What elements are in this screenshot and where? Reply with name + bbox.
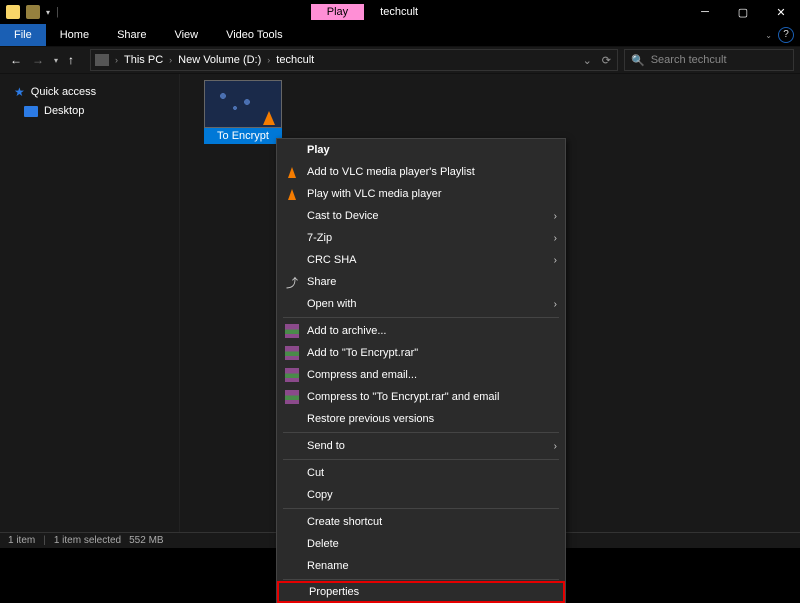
ribbon-expand-icon[interactable]: ⌄ bbox=[765, 31, 772, 40]
search-icon: 🔍 bbox=[631, 54, 645, 67]
view-tab[interactable]: View bbox=[160, 24, 212, 46]
menu-item-7zip[interactable]: 7-Zip› bbox=[277, 227, 565, 249]
contextual-tab-group: Play techcult bbox=[311, 4, 434, 20]
home-tab[interactable]: Home bbox=[46, 24, 103, 46]
folder-icon bbox=[26, 5, 40, 19]
chevron-right-icon: › bbox=[554, 441, 557, 452]
share-tab[interactable]: Share bbox=[103, 24, 160, 46]
recent-locations-icon[interactable]: ▾ bbox=[54, 56, 58, 65]
ribbon-tabs: File Home Share View Video Tools ⌄ ? bbox=[0, 24, 800, 46]
separator bbox=[283, 317, 559, 318]
up-button[interactable]: ↑ bbox=[68, 53, 74, 67]
status-size: 552 MB bbox=[129, 535, 163, 546]
video-thumbnail bbox=[204, 80, 282, 128]
menu-item-open-with[interactable]: Open with› bbox=[277, 293, 565, 315]
file-label: To Encrypt bbox=[204, 128, 282, 144]
sidebar-item-quick-access[interactable]: ★ Quick access bbox=[0, 82, 179, 102]
pc-icon bbox=[95, 54, 109, 66]
menu-item-copy[interactable]: Copy bbox=[277, 484, 565, 506]
video-tools-tab[interactable]: Video Tools bbox=[212, 24, 296, 46]
archive-icon bbox=[285, 368, 299, 382]
play-tab-header: Play bbox=[311, 4, 364, 20]
star-icon: ★ bbox=[14, 85, 25, 99]
separator bbox=[283, 579, 559, 580]
back-button[interactable]: ← bbox=[10, 53, 22, 67]
chevron-down-icon[interactable]: ▾ bbox=[46, 8, 50, 17]
menu-item-add-vlc-playlist[interactable]: Add to VLC media player's Playlist bbox=[277, 161, 565, 183]
quick-access-toolbar: ▾ | bbox=[0, 5, 59, 19]
menu-item-compress-rar-email[interactable]: Compress to "To Encrypt.rar" and email bbox=[277, 386, 565, 408]
breadcrumb[interactable]: › This PC › New Volume (D:) › techcult ⌄… bbox=[90, 49, 618, 71]
vlc-cone-icon bbox=[288, 167, 296, 178]
menu-item-rename[interactable]: Rename bbox=[277, 555, 565, 577]
separator bbox=[283, 432, 559, 433]
chevron-right-icon: › bbox=[554, 299, 557, 310]
chevron-right-icon: › bbox=[554, 233, 557, 244]
folder-icon bbox=[6, 5, 20, 19]
sidebar-item-desktop[interactable]: Desktop bbox=[0, 102, 179, 120]
window-title: techcult bbox=[364, 4, 434, 20]
minimize-button[interactable]: ─ bbox=[686, 0, 724, 24]
status-item-count: 1 item bbox=[8, 535, 35, 546]
archive-icon bbox=[285, 324, 299, 338]
menu-item-add-archive[interactable]: Add to archive... bbox=[277, 320, 565, 342]
forward-button[interactable]: → bbox=[32, 53, 44, 67]
refresh-icon[interactable]: ⟳ bbox=[602, 54, 611, 67]
menu-item-add-rar[interactable]: Add to "To Encrypt.rar" bbox=[277, 342, 565, 364]
menu-item-delete[interactable]: Delete bbox=[277, 533, 565, 555]
search-input[interactable]: 🔍 Search techcult bbox=[624, 49, 794, 71]
navigation-pane: ★ Quick access Desktop bbox=[0, 74, 180, 532]
menu-item-restore[interactable]: Restore previous versions bbox=[277, 408, 565, 430]
separator bbox=[283, 459, 559, 460]
vlc-cone-icon bbox=[288, 189, 296, 200]
search-placeholder: Search techcult bbox=[651, 54, 727, 66]
chevron-right-icon: › bbox=[554, 255, 557, 266]
crumb-folder[interactable]: techcult bbox=[276, 54, 314, 66]
maximize-button[interactable]: ▢ bbox=[724, 0, 762, 24]
chevron-down-icon[interactable]: ⌄ bbox=[583, 54, 592, 67]
menu-item-compress-email[interactable]: Compress and email... bbox=[277, 364, 565, 386]
title-bar: ▾ | Play techcult ─ ▢ ✕ bbox=[0, 0, 800, 24]
help-icon[interactable]: ? bbox=[778, 27, 794, 43]
archive-icon bbox=[285, 346, 299, 360]
chevron-right-icon: › bbox=[554, 211, 557, 222]
menu-item-crc-sha[interactable]: CRC SHA› bbox=[277, 249, 565, 271]
crumb-volume[interactable]: New Volume (D:) bbox=[178, 54, 261, 66]
context-menu: Play Add to VLC media player's Playlist … bbox=[276, 138, 566, 603]
archive-icon bbox=[285, 390, 299, 404]
sidebar-item-label: Quick access bbox=[31, 86, 96, 98]
share-icon: ⤴ bbox=[286, 274, 298, 291]
file-tab[interactable]: File bbox=[0, 24, 46, 46]
menu-item-share[interactable]: ⤴Share bbox=[277, 271, 565, 293]
vlc-cone-icon bbox=[263, 111, 275, 125]
status-selected: 1 item selected bbox=[54, 535, 121, 546]
chevron-right-icon[interactable]: › bbox=[267, 55, 270, 65]
menu-item-play[interactable]: Play bbox=[277, 139, 565, 161]
menu-item-create-shortcut[interactable]: Create shortcut bbox=[277, 511, 565, 533]
menu-item-cut[interactable]: Cut bbox=[277, 462, 565, 484]
chevron-right-icon[interactable]: › bbox=[115, 55, 118, 65]
menu-item-play-vlc[interactable]: Play with VLC media player bbox=[277, 183, 565, 205]
menu-item-cast[interactable]: Cast to Device› bbox=[277, 205, 565, 227]
desktop-icon bbox=[24, 106, 38, 117]
menu-item-properties[interactable]: Properties bbox=[277, 581, 565, 603]
menu-item-send-to[interactable]: Send to› bbox=[277, 435, 565, 457]
separator bbox=[283, 508, 559, 509]
crumb-this-pc[interactable]: This PC bbox=[124, 54, 163, 66]
file-item[interactable]: To Encrypt bbox=[204, 80, 282, 144]
sidebar-item-label: Desktop bbox=[44, 105, 84, 117]
chevron-right-icon[interactable]: › bbox=[169, 55, 172, 65]
address-bar: ← → ▾ ↑ › This PC › New Volume (D:) › te… bbox=[0, 46, 800, 74]
close-button[interactable]: ✕ bbox=[762, 0, 800, 24]
